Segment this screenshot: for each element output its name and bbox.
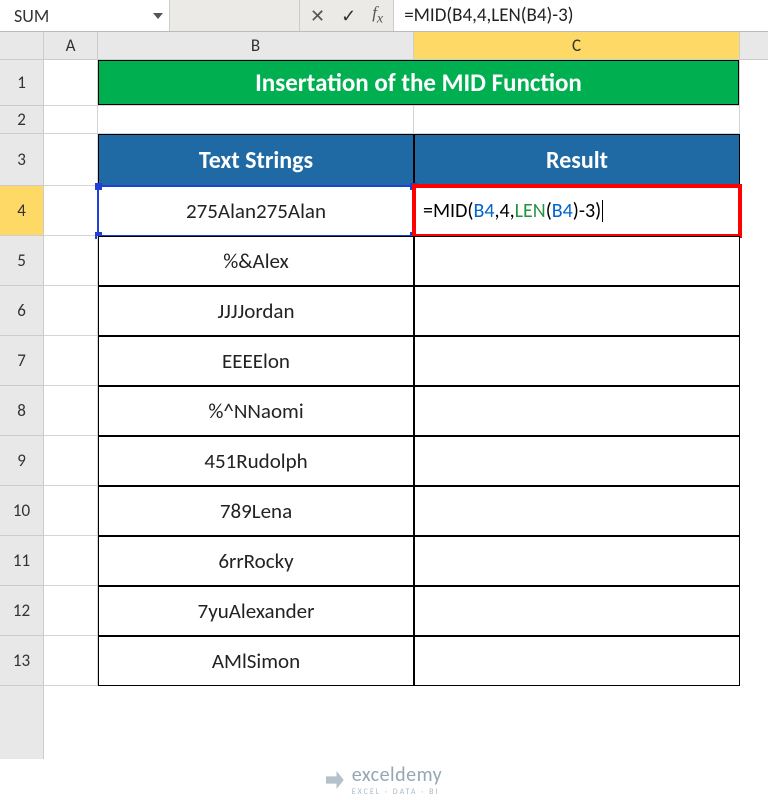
row-header-11[interactable]: 11: [0, 536, 43, 586]
cell-b12[interactable]: 7yuAlexander: [98, 586, 414, 636]
cell-a12[interactable]: [44, 586, 98, 636]
cell-a11[interactable]: [44, 536, 98, 586]
row-header-9[interactable]: 9: [0, 436, 43, 486]
fx-icon[interactable]: fx: [372, 3, 383, 27]
cell-c8[interactable]: [414, 386, 740, 436]
cell-a3[interactable]: [44, 134, 98, 186]
cell-b1[interactable]: Insertation of the MID Function: [98, 60, 414, 106]
spreadsheet-grid: 1 2 3 4 5 6 7 8 9 10 11 12 13 A B C Inse…: [0, 32, 768, 759]
row-header-4[interactable]: 4: [0, 186, 43, 236]
cell-c11[interactable]: [414, 536, 740, 586]
cell-b10[interactable]: 789Lena: [98, 486, 414, 536]
cell-c5[interactable]: [414, 236, 740, 286]
cell-b13[interactable]: AMlSimon: [98, 636, 414, 686]
col-header-a[interactable]: A: [44, 32, 98, 59]
cell-b6[interactable]: JJJJordan: [98, 286, 414, 336]
brand-tag: EXCEL · DATA · BI: [352, 787, 442, 797]
cell-b5[interactable]: %&Alex: [98, 236, 414, 286]
select-all-corner[interactable]: [0, 32, 43, 60]
formula-seg: -3): [579, 199, 601, 223]
row-headers: 1 2 3 4 5 6 7 8 9 10 11 12 13: [0, 32, 44, 759]
cell-c4-editing[interactable]: =MID(B4,4,LEN(B4)-3): [414, 186, 740, 236]
table-row: JJJJordan: [44, 286, 768, 336]
text-caret-icon: [602, 200, 603, 222]
cell-c12[interactable]: [414, 586, 740, 636]
cell-a6[interactable]: [44, 286, 98, 336]
row-header-5[interactable]: 5: [0, 236, 43, 286]
cell-a8[interactable]: [44, 386, 98, 436]
cell-b7[interactable]: EEEElon: [98, 336, 414, 386]
table-row: EEEElon: [44, 336, 768, 386]
col-header-c[interactable]: C: [414, 32, 740, 59]
selection-handle-icon[interactable]: [95, 183, 102, 190]
cell-b8[interactable]: %^NNaomi: [98, 386, 414, 436]
watermark: exceldemy EXCEL · DATA · BI: [0, 763, 768, 797]
table-row: [44, 106, 768, 134]
cell-a4[interactable]: [44, 186, 98, 236]
cell-b11[interactable]: 6rrRocky: [98, 536, 414, 586]
row-header-12[interactable]: 12: [0, 586, 43, 636]
formula-seg: ,4,: [494, 199, 514, 223]
table-row: 7yuAlexander: [44, 586, 768, 636]
formula-seg: =MID(: [423, 199, 473, 223]
name-box[interactable]: SUM: [0, 0, 170, 31]
cell-a2[interactable]: [44, 106, 98, 134]
formula-seg: B4: [473, 199, 494, 223]
formula-bar-gap: [170, 0, 300, 31]
chevron-down-icon[interactable]: [153, 13, 163, 19]
cell-a5[interactable]: [44, 236, 98, 286]
brand-name: exceldemy: [352, 763, 442, 787]
cell-b4[interactable]: 275Alan275Alan: [98, 186, 414, 236]
column-headers: A B C: [44, 32, 768, 60]
formula-input[interactable]: =MID(B4,4,LEN(B4)-3): [394, 0, 768, 31]
formula-seg: B4: [552, 199, 573, 223]
cell-c6[interactable]: [414, 286, 740, 336]
cell-a7[interactable]: [44, 336, 98, 386]
brand-logo-icon: [326, 771, 344, 789]
header-text-strings[interactable]: Text Strings: [98, 134, 414, 186]
cell-c1[interactable]: [414, 60, 740, 106]
row-header-2[interactable]: 2: [0, 106, 43, 134]
row-header-7[interactable]: 7: [0, 336, 43, 386]
cell-c2[interactable]: [414, 106, 740, 134]
cell-b9[interactable]: 451Rudolph: [98, 436, 414, 486]
grid-rows: Insertation of the MID Function Text Str…: [44, 60, 768, 686]
cell-c10[interactable]: [414, 486, 740, 536]
table-row: Insertation of the MID Function: [44, 60, 768, 106]
watermark-text: exceldemy EXCEL · DATA · BI: [352, 763, 442, 797]
col-header-b[interactable]: B: [98, 32, 414, 59]
table-row: AMlSimon: [44, 636, 768, 686]
formula-text: =MID(B4,4,LEN(B4)-3): [404, 4, 573, 27]
header-result[interactable]: Result: [414, 134, 740, 186]
cell-c7[interactable]: [414, 336, 740, 386]
formula-bar: SUM ✕ ✓ fx =MID(B4,4,LEN(B4)-3): [0, 0, 768, 32]
cell-a1[interactable]: [44, 60, 98, 106]
grid-main: A B C Insertation of the MID Function: [44, 32, 768, 759]
table-row: 789Lena: [44, 486, 768, 536]
cell-a9[interactable]: [44, 436, 98, 486]
cell-a13[interactable]: [44, 636, 98, 686]
row-header-13[interactable]: 13: [0, 636, 43, 686]
table-row: 6rrRocky: [44, 536, 768, 586]
cell-c9[interactable]: [414, 436, 740, 486]
row-header-10[interactable]: 10: [0, 486, 43, 536]
confirm-icon[interactable]: ✓: [341, 5, 356, 27]
name-box-value: SUM: [14, 5, 49, 27]
table-row: %^NNaomi: [44, 386, 768, 436]
cell-a10[interactable]: [44, 486, 98, 536]
table-row: 451Rudolph: [44, 436, 768, 486]
table-row: %&Alex: [44, 236, 768, 286]
row-header-8[interactable]: 8: [0, 386, 43, 436]
cell-c13[interactable]: [414, 636, 740, 686]
table-row: Text Strings Result: [44, 134, 768, 186]
row-header-6[interactable]: 6: [0, 286, 43, 336]
formula-seg: LEN: [515, 199, 546, 223]
cancel-icon[interactable]: ✕: [310, 5, 325, 27]
cell-b2[interactable]: [98, 106, 414, 134]
row-header-3[interactable]: 3: [0, 134, 43, 186]
table-row: 275Alan275Alan =MID(B4,4,LEN(B4)-3): [44, 186, 768, 236]
formula-buttons: ✕ ✓ fx: [300, 0, 394, 31]
row-header-1[interactable]: 1: [0, 60, 43, 106]
